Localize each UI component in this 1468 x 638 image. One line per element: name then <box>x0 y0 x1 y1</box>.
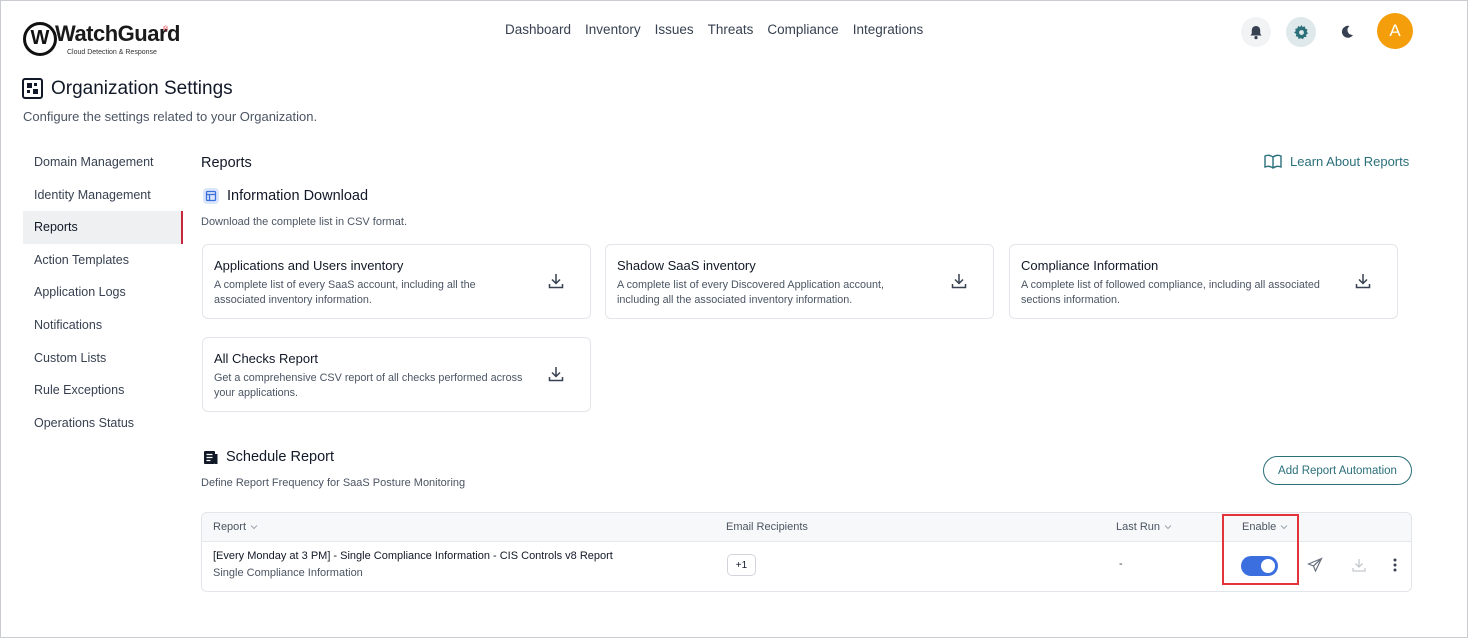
schedule-report-description: Define Report Frequency for SaaS Posture… <box>201 477 466 489</box>
card-shadow-saas-inventory[interactable]: Shadow SaaS inventory A complete list of… <box>605 244 994 319</box>
learn-about-reports-link[interactable]: Learn About Reports <box>1264 154 1409 169</box>
logo-text: WatchGuard <box>55 21 180 46</box>
sidebar-item-custom-lists[interactable]: Custom Lists <box>23 342 183 375</box>
document-list-icon <box>204 450 218 464</box>
download-icon[interactable] <box>1351 557 1367 573</box>
card-description: Get a comprehensive CSV report of all ch… <box>214 372 523 399</box>
add-report-automation-button[interactable]: Add Report Automation <box>1263 456 1412 485</box>
download-icon[interactable] <box>950 272 968 290</box>
last-run-value: - <box>1119 558 1123 570</box>
column-report[interactable]: Report <box>213 521 258 533</box>
column-email-label: Email Recipients <box>726 521 808 533</box>
card-title: All Checks Report <box>214 351 319 366</box>
gear-icon <box>1293 24 1308 39</box>
enable-column-highlight <box>1222 514 1299 585</box>
card-compliance-information[interactable]: Compliance Information A complete list o… <box>1009 244 1398 319</box>
download-icon[interactable] <box>1354 272 1372 290</box>
nav-integrations[interactable]: Integrations <box>853 22 924 37</box>
top-nav: Dashboard Inventory Issues Threats Compl… <box>505 22 923 37</box>
column-email-recipients: Email Recipients <box>726 521 808 533</box>
card-description: A complete list of followed compliance, … <box>1021 279 1320 306</box>
settings-page-icon <box>22 78 43 99</box>
page-subtitle: Configure the settings related to your O… <box>23 109 318 124</box>
sidebar-item-identity-management[interactable]: Identity Management <box>23 179 183 212</box>
card-title: Compliance Information <box>1021 258 1159 273</box>
settings-sidebar: Domain Management Identity Management Re… <box>23 146 183 439</box>
page-title: Organization Settings <box>51 78 233 99</box>
sidebar-item-domain-management[interactable]: Domain Management <box>23 146 183 179</box>
card-title: Shadow SaaS inventory <box>617 258 756 273</box>
information-download-description: Download the complete list in CSV format… <box>201 216 408 228</box>
card-all-checks-report[interactable]: All Checks Report Get a comprehensive CS… <box>202 337 591 412</box>
nav-inventory[interactable]: Inventory <box>585 22 641 37</box>
user-avatar[interactable]: A <box>1377 13 1413 49</box>
more-vertical-icon[interactable] <box>1387 557 1403 573</box>
nav-issues[interactable]: Issues <box>655 22 694 37</box>
send-icon[interactable] <box>1307 557 1323 573</box>
sidebar-item-rule-exceptions[interactable]: Rule Exceptions <box>23 374 183 407</box>
sidebar-item-notifications[interactable]: Notifications <box>23 309 183 342</box>
sidebar-item-action-templates[interactable]: Action Templates <box>23 244 183 277</box>
column-last-run-label: Last Run <box>1116 521 1161 533</box>
bell-icon <box>1250 25 1262 39</box>
column-last-run[interactable]: Last Run <box>1116 521 1172 533</box>
information-download-heading: Information Download <box>203 188 368 204</box>
column-report-label: Report <box>213 521 247 533</box>
nav-threats[interactable]: Threats <box>708 22 754 37</box>
book-icon <box>1264 154 1282 169</box>
card-description: A complete list of every SaaS account, i… <box>214 279 476 306</box>
email-recipients-badge[interactable]: +1 <box>727 554 756 576</box>
chevron-down-icon <box>1164 525 1172 530</box>
download-icon[interactable] <box>547 365 565 383</box>
download-icon[interactable] <box>547 272 565 290</box>
logo-registered-mark: ® <box>163 26 169 33</box>
sidebar-item-application-logs[interactable]: Application Logs <box>23 276 183 309</box>
nav-compliance[interactable]: Compliance <box>767 22 838 37</box>
sidebar-item-reports[interactable]: Reports <box>23 211 183 244</box>
table-icon <box>203 188 219 204</box>
schedule-report-title: Schedule Report <box>226 449 335 465</box>
report-type: Single Compliance Information <box>213 567 363 579</box>
learn-link-label: Learn About Reports <box>1290 154 1410 169</box>
chevron-down-icon <box>250 525 258 530</box>
card-applications-users-inventory[interactable]: Applications and Users inventory A compl… <box>202 244 591 319</box>
moon-icon <box>1341 25 1353 38</box>
settings-button[interactable] <box>1286 17 1316 47</box>
logo-subtitle: Cloud Detection & Response <box>67 49 157 56</box>
card-description: A complete list of every Discovered Appl… <box>617 279 885 306</box>
information-download-title: Information Download <box>227 188 369 204</box>
theme-toggle-button[interactable] <box>1332 17 1362 47</box>
section-title: Reports <box>201 155 252 171</box>
watchguard-logo[interactable]: W WatchGuard ® Cloud Detection & Respons… <box>23 16 180 62</box>
nav-dashboard[interactable]: Dashboard <box>505 22 571 37</box>
sidebar-item-operations-status[interactable]: Operations Status <box>23 407 183 440</box>
schedule-report-heading: Schedule Report <box>203 449 334 465</box>
logo-w-mark: W <box>23 22 57 56</box>
report-name: [Every Monday at 3 PM] - Single Complian… <box>213 550 613 562</box>
card-title: Applications and Users inventory <box>214 258 404 273</box>
notifications-button[interactable] <box>1241 17 1271 47</box>
